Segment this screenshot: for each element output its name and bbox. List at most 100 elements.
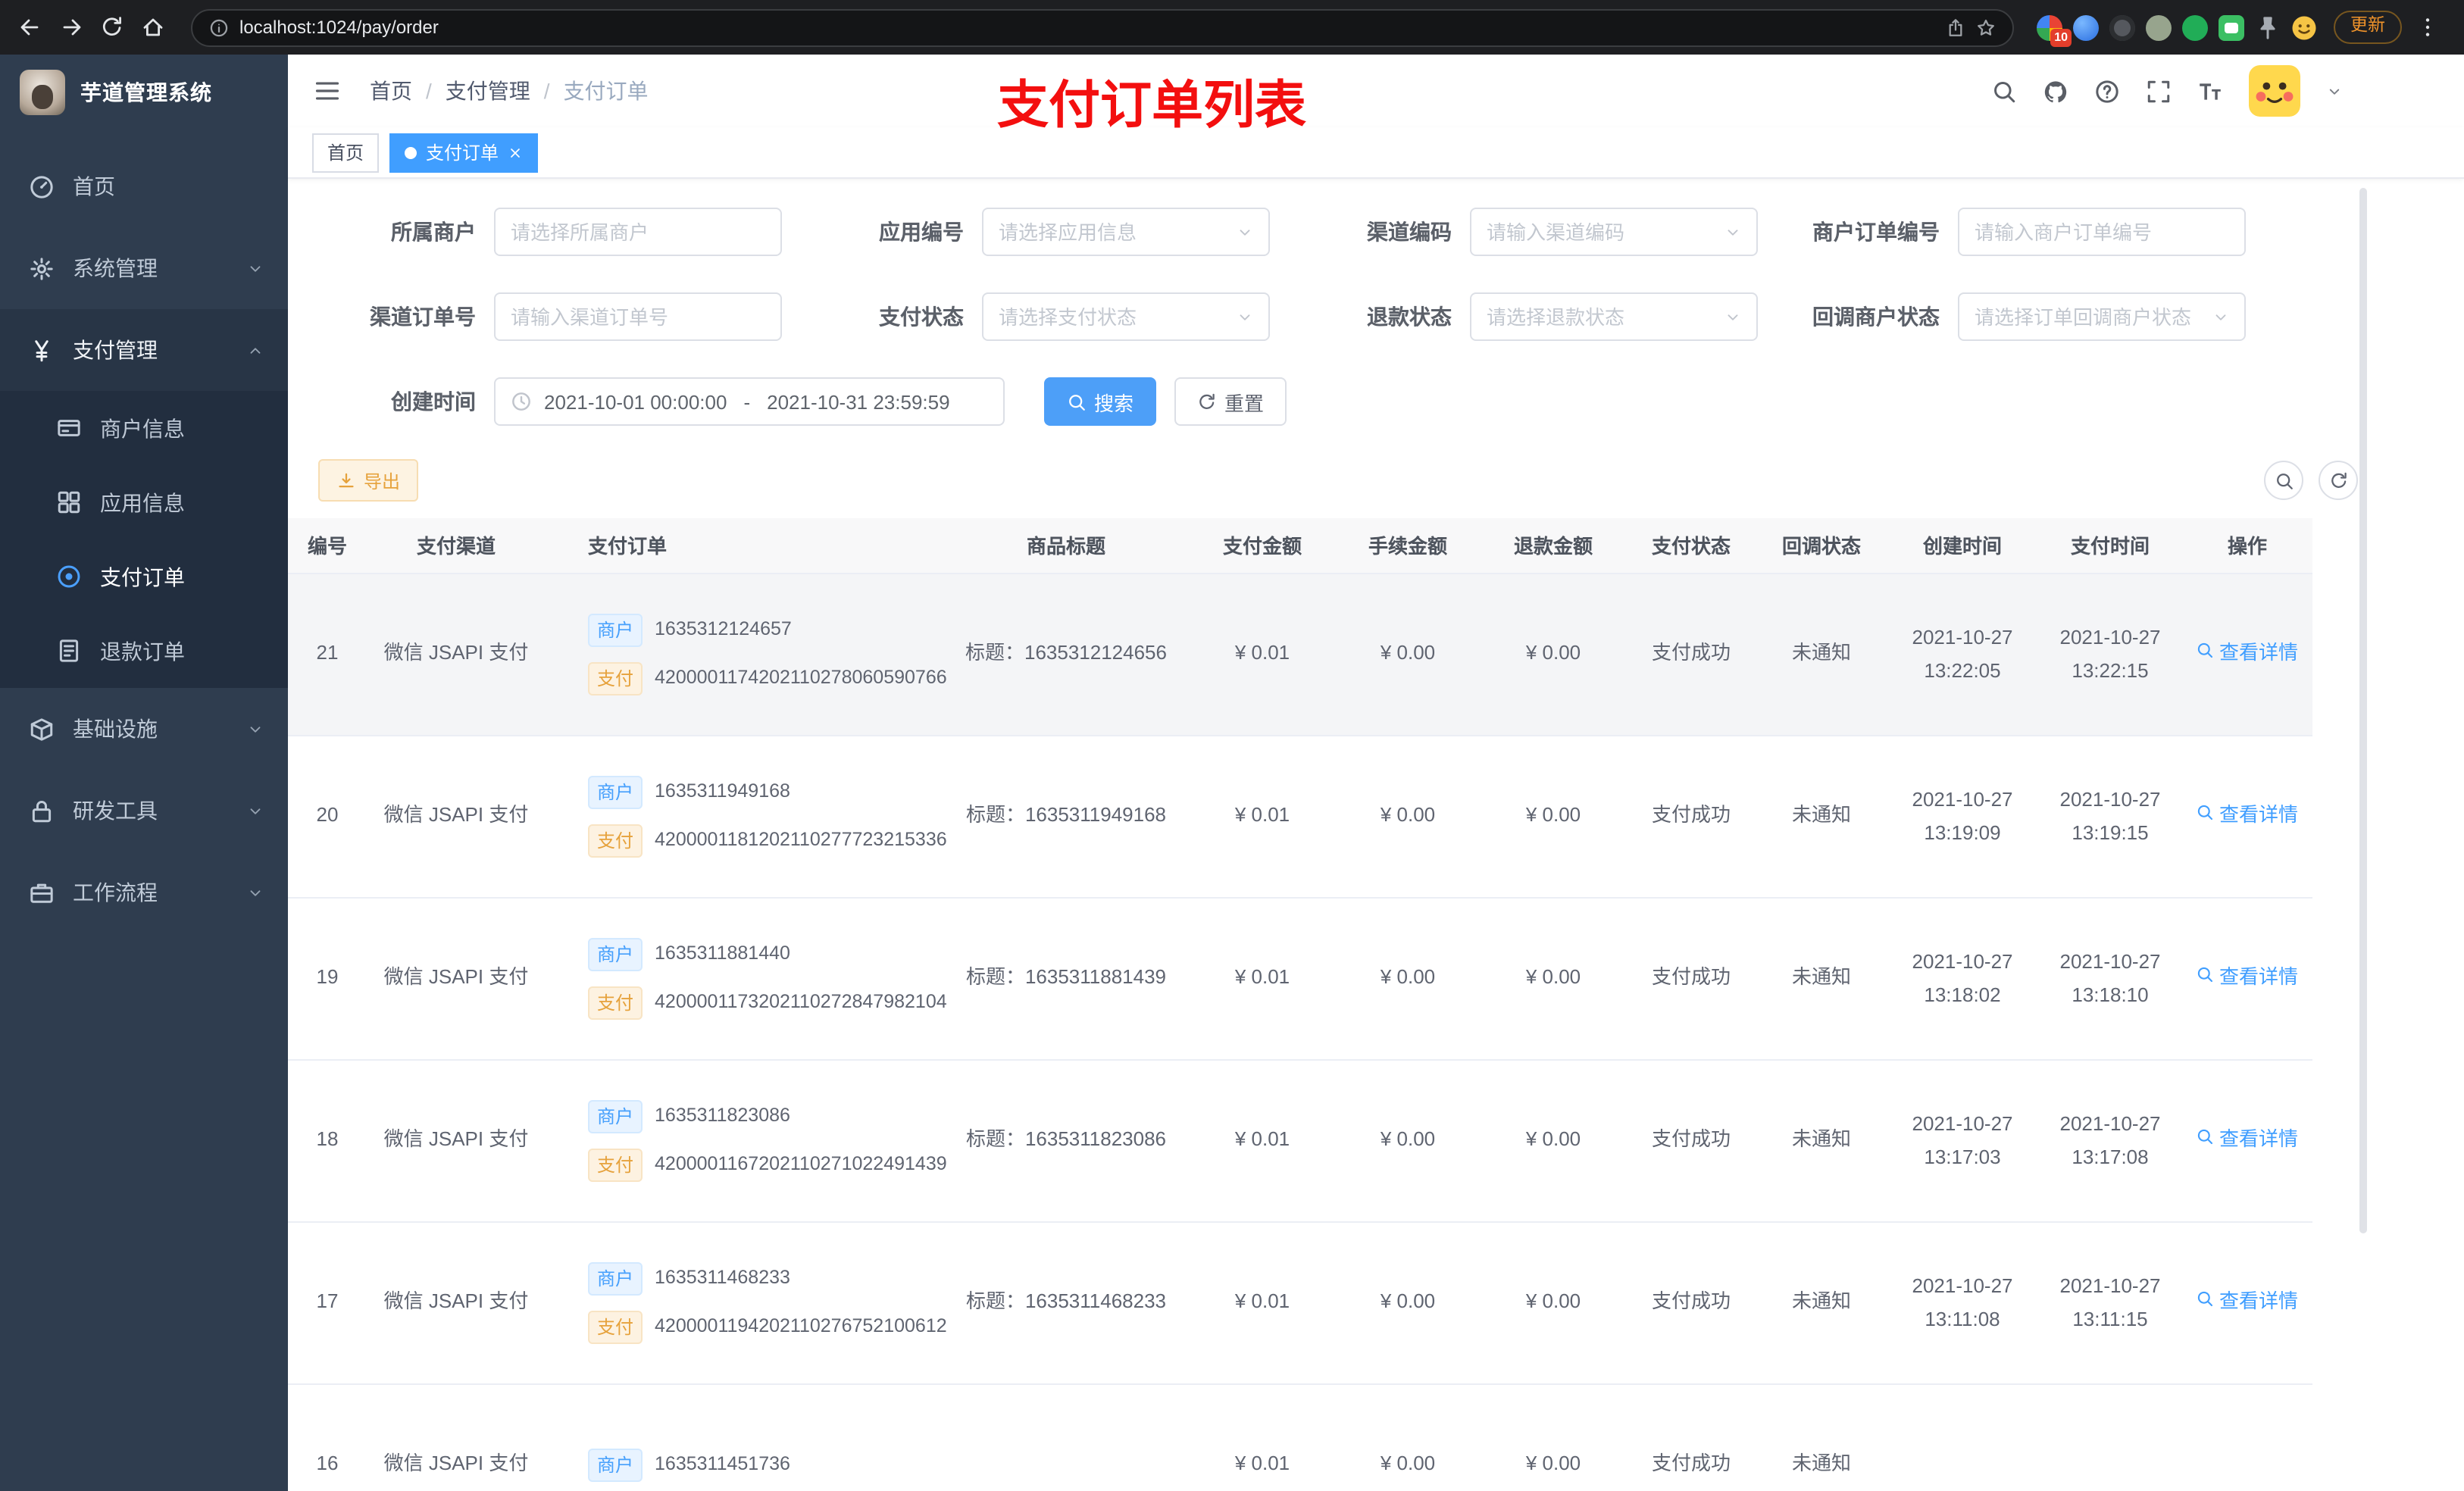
sidebar-item-payment[interactable]: 支付管理 [0,309,288,391]
extension-dark-icon[interactable] [2109,14,2135,40]
filter-pay-status-field[interactable] [999,305,1227,328]
home-button[interactable] [138,12,168,42]
create-time-range-input[interactable]: 2021-10-01 00:00:00 - 2021-10-31 23:59:5… [494,377,1005,426]
forward-button[interactable] [56,12,86,42]
filter-label: 回调商户状态 [1812,305,1940,329]
search-button[interactable]: 搜索 [1044,377,1157,426]
app-title: 芋道管理系统 [80,80,212,105]
export-button[interactable]: 导出 [318,459,419,502]
share-icon[interactable] [1946,17,1965,37]
reset-button[interactable]: 重置 [1174,377,1287,426]
filter-app-no-select[interactable] [982,208,1270,256]
merchant-order-no: 1635311949168 [655,780,790,802]
hamburger-icon[interactable] [309,73,346,109]
pay-amount-cell: ¥ 0.01 [1190,1383,1335,1491]
sidebar-item-app-info[interactable]: 应用信息 [0,465,288,539]
search-icon[interactable] [1991,78,2017,104]
fullscreen-icon[interactable] [2146,78,2172,104]
notify-status-cell: 未通知 [1756,573,1887,736]
extension-chat-icon[interactable] [2219,14,2244,40]
extensions-pin-icon[interactable] [2255,14,2281,40]
chevron-down-icon [1237,223,1253,240]
user-avatar[interactable] [2249,65,2300,117]
tab-pay-order[interactable]: 支付订单 [389,133,539,172]
filter-refund-status-select[interactable] [1470,292,1758,341]
filter-merchant-field[interactable] [511,220,765,243]
filter-pay-status-select[interactable] [982,292,1270,341]
view-detail-link[interactable]: 查看详情 [2197,637,2298,670]
filter-channel-order-no-field[interactable] [511,305,765,328]
filter-notify-status-field[interactable] [1975,305,2203,328]
sidebar-item-workflow[interactable]: 工作流程 [0,852,288,933]
filter-merchant-order-no-input[interactable] [1958,208,2246,256]
bookmark-star-icon[interactable] [1976,17,1996,37]
extension-colorful-icon[interactable]: 10 [2037,14,2072,46]
refresh-table-icon[interactable] [2319,461,2358,500]
pay-order-no: 4200001174202110278060590766 [655,666,947,688]
sidebar-item-pay-order[interactable]: 支付订单 [0,539,288,614]
tab-label: 首页 [327,142,364,164]
sidebar-item-merchant-info[interactable]: 商户信息 [0,391,288,465]
column-header: 支付订单 [546,518,943,574]
sidebar-item-label: 支付管理 [73,338,158,362]
avatar-caret-icon[interactable] [2326,83,2343,99]
extension-badge: 10 [2050,28,2072,46]
toggle-search-icon[interactable] [2264,461,2303,500]
order-numbers: 商户 1635311949168 支付 42000011812021102777232… [552,775,947,857]
merchant-order-no: 1635311468233 [655,1266,790,1288]
breadcrumb-item[interactable]: 支付管理 [446,76,530,106]
view-detail-link[interactable]: 查看详情 [2197,1124,2298,1157]
font-size-icon[interactable] [2197,78,2223,104]
merchant-order-no: 1635311823086 [655,1104,790,1126]
table-row: 16 微信 JSAPI 支付 商户 1635311451736 ¥ 0.01 ¥ 0.00… [288,1383,2312,1491]
breadcrumb-separator: / [426,79,432,103]
profile-emoji-icon[interactable] [2291,14,2317,40]
order-id-cell: 18 [288,1059,367,1222]
view-detail-link[interactable]: 查看详情 [2197,961,2298,995]
filter-label: 渠道编码 [1367,220,1452,244]
action-cell [2182,1383,2312,1491]
extension-olive-icon[interactable] [2146,14,2172,40]
view-detail-label: 查看详情 [2219,1289,2298,1313]
search-icon [2197,1124,2215,1157]
filter-merchant-order-no-field[interactable] [1975,220,2229,243]
browser-update-button[interactable]: 更新 [2334,11,2402,44]
pay-order-line: 支付 4200001167202110271022491439 [588,1148,947,1181]
page-scrollbar[interactable] [2359,188,2367,1233]
filter-app-no-field[interactable] [999,220,1227,243]
address-bar[interactable]: localhost:1024/pay/order [191,8,2014,46]
filter-row: 渠道订单号 支付状态 退款状态 回调商户状态 [318,292,2358,341]
sidebar-menu: 首页 系统管理支付管理商户信息 应用信息 支付订单 退款订单 基础设施 研发工具 工作流程 [0,130,288,1491]
action-cell: 查看详情 [2182,735,2312,898]
github-icon[interactable] [2043,78,2068,104]
extension-green-circle-icon[interactable] [2182,14,2208,40]
reload-button[interactable] [97,12,127,42]
sidebar-item-home[interactable]: 首页 [0,145,288,227]
extension-blue-icon[interactable] [2073,14,2099,40]
filter-channel-order-no-input[interactable] [494,292,782,341]
action-cell: 查看详情 [2182,897,2312,1060]
filter-label: 应用编号 [879,220,964,244]
view-detail-link[interactable]: 查看详情 [2197,799,2298,833]
logo-avatar [20,70,65,115]
filter-merchant-input[interactable] [494,208,782,256]
chevron-down-icon [1724,223,1741,240]
back-button[interactable] [15,12,45,42]
sidebar-item-refund-order[interactable]: 退款订单 [0,614,288,688]
goods-title-cell: 标题：1635312124656 [943,573,1190,736]
help-icon[interactable] [2094,78,2120,104]
app-logo: 芋道管理系统 [0,55,288,130]
filter-channel-code-select[interactable] [1470,208,1758,256]
breadcrumb-item[interactable]: 首页 [370,76,412,106]
filter-channel-code-field[interactable] [1487,220,1715,243]
browser-menu-icon[interactable] [2412,12,2443,42]
filter-refund-status-field[interactable] [1487,305,1715,328]
tab-home[interactable]: 首页 [312,133,380,172]
view-detail-link[interactable]: 查看详情 [2197,1286,2298,1319]
page-content: 所属商户应用编号渠道编码商户订单编号渠道订单号支付状态退款状态回调商户状态 创建… [288,179,2464,1491]
sidebar-item-system[interactable]: 系统管理 [0,227,288,309]
sidebar-item-infrastructure[interactable]: 基础设施 [0,688,288,770]
filter-notify-status-select[interactable] [1958,292,2246,341]
site-info-icon[interactable] [209,17,229,37]
sidebar-item-devtools[interactable]: 研发工具 [0,770,288,852]
